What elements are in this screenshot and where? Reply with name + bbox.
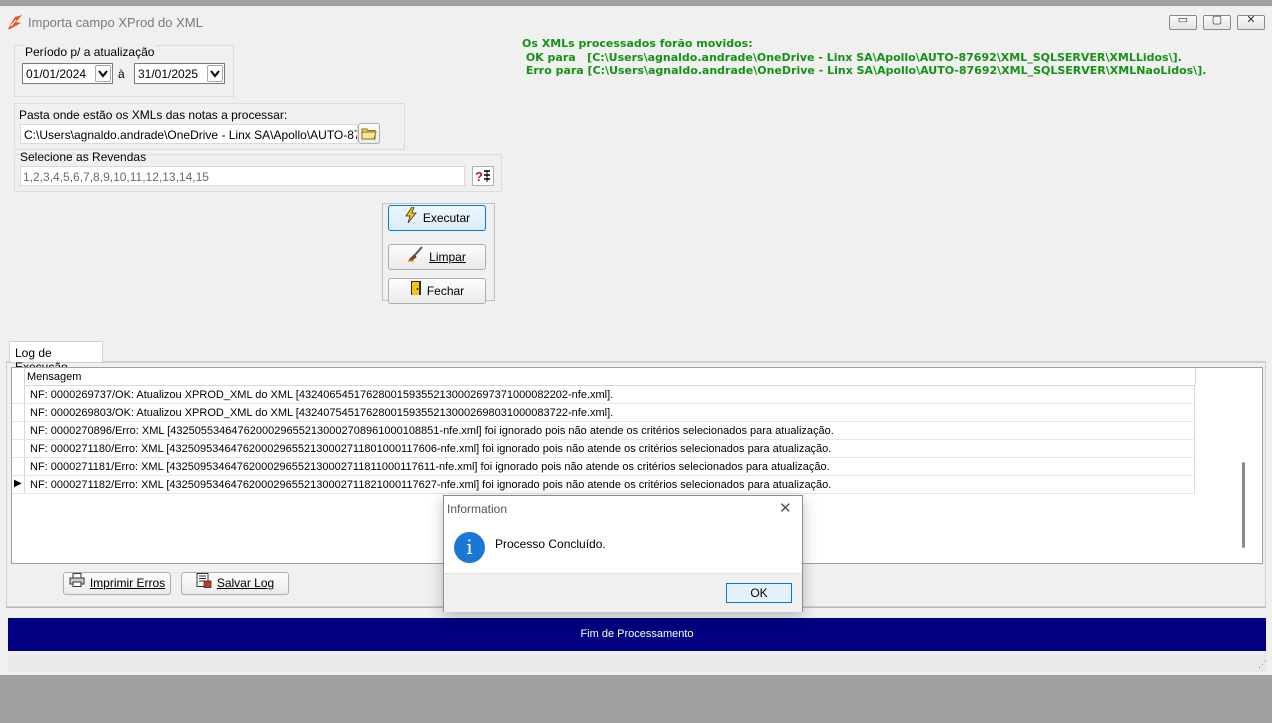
salvar-log-button[interactable]: Salvar Log xyxy=(181,572,289,595)
result-message: Os XMLs processados forão movidos: OK pa… xyxy=(522,37,1206,78)
chevron-down-icon xyxy=(210,70,220,78)
resize-grip-icon[interactable]: ⋰ xyxy=(1258,659,1267,670)
imprimir-erros-button[interactable]: Imprimir Erros xyxy=(63,572,171,595)
help-list-icon: ? xyxy=(475,169,490,184)
save-log-icon xyxy=(196,573,212,595)
row-message: NF: 0000271180/Erro: XML [43250953464762… xyxy=(30,443,832,455)
folder-icon xyxy=(361,128,377,140)
start-date-value: 01/01/2024 xyxy=(26,67,87,81)
executar-label: Executar xyxy=(422,211,471,225)
tab-log-execucao[interactable]: Log de Execução xyxy=(9,341,103,374)
information-dialog: Information ✕ i Processo Concluído. OK xyxy=(443,495,803,612)
app-logo-icon xyxy=(8,15,22,29)
printer-icon xyxy=(69,573,85,594)
exit-door-icon xyxy=(410,280,422,304)
salvar-log-label: Salvar Log xyxy=(216,576,275,591)
row-message: NF: 0000270896/Erro: XML [43250553464762… xyxy=(30,425,834,437)
chevron-down-icon xyxy=(98,70,108,78)
browse-folder-button[interactable] xyxy=(358,123,380,144)
end-date-dropdown[interactable] xyxy=(207,65,223,82)
executar-button[interactable]: Executar xyxy=(388,205,486,231)
minimize-button[interactable]: ▭ xyxy=(1169,14,1197,30)
select-revendas-button[interactable]: ? xyxy=(472,166,494,186)
revendas-value: 1,2,3,4,5,6,7,8,9,10,11,12,13,14,15 xyxy=(23,170,209,184)
title-bar[interactable]: Importa campo XProd do XML ▭ ▢ ✕ xyxy=(0,6,1272,36)
close-button[interactable]: ✕ xyxy=(1237,14,1265,30)
row-message: NF: 0000269803/OK: Atualizou XPROD_XML d… xyxy=(30,407,614,419)
row-message: NF: 0000269737/OK: Atualizou XPROD_XML d… xyxy=(30,389,614,401)
row-message: NF: 0000271182/Erro: XML [43250953464762… xyxy=(30,479,832,491)
imprimir-erros-label: Imprimir Erros xyxy=(89,576,166,590)
revendas-input[interactable]: 1,2,3,4,5,6,7,8,9,10,11,12,13,14,15 xyxy=(20,166,465,186)
pasta-path-input[interactable]: C:\Users\agnaldo.andrade\OneDrive - Linx… xyxy=(20,124,358,144)
brush-icon xyxy=(408,246,424,270)
current-row-indicator-icon: ▶ xyxy=(14,478,22,489)
info-icon: i xyxy=(454,532,485,563)
pasta-label: Pasta onde estão os XMLs das notas a pro… xyxy=(19,108,288,122)
limpar-button[interactable]: Limpar xyxy=(388,244,486,270)
window-title: Importa campo XProd do XML xyxy=(28,15,203,30)
ok-button[interactable]: OK xyxy=(726,583,792,603)
revendas-label: Selecione as Revendas xyxy=(20,150,147,164)
row-message: NF: 0000271181/Erro: XML [43250953464762… xyxy=(30,461,830,473)
minimize-icon: ▭ xyxy=(1177,14,1189,26)
table-row[interactable]: NF: 0000269803/OK: Atualizou XPROD_XML d… xyxy=(12,404,1195,422)
lightning-icon xyxy=(404,206,418,231)
start-date-dropdown[interactable] xyxy=(95,65,111,82)
dialog-message: Processo Concluído. xyxy=(495,537,606,551)
end-date-combo[interactable]: 31/01/2025 xyxy=(134,63,225,84)
periodo-legend: Período p/ a atualização xyxy=(23,45,157,59)
fechar-label: Fechar xyxy=(426,284,465,298)
fechar-button[interactable]: Fechar xyxy=(388,278,486,304)
table-row[interactable]: NF: 0000271180/Erro: XML [43250953464762… xyxy=(12,440,1195,458)
start-date-combo[interactable]: 01/01/2024 xyxy=(22,63,113,84)
dialog-footer: OK xyxy=(444,573,802,612)
pasta-path-value: C:\Users\agnaldo.andrade\OneDrive - Linx… xyxy=(24,128,358,142)
vertical-scrollbar-thumb[interactable] xyxy=(1242,462,1245,548)
dialog-close-icon[interactable]: ✕ xyxy=(779,499,792,517)
result-message-line3: Erro para [C:\Users\agnaldo.andrade\OneD… xyxy=(522,64,1207,77)
end-date-value: 31/01/2025 xyxy=(138,67,199,81)
close-icon: ✕ xyxy=(1246,14,1256,26)
table-row[interactable]: NF: 0000270896/Erro: XML [43250553464762… xyxy=(12,422,1195,440)
limpar-label: Limpar xyxy=(429,250,466,264)
table-row[interactable]: NF: 0000269737/OK: Atualizou XPROD_XML d… xyxy=(12,386,1195,404)
column-header-mensagem[interactable]: Mensagem xyxy=(24,368,1196,386)
maximize-icon: ▢ xyxy=(1211,14,1223,26)
maximize-button[interactable]: ▢ xyxy=(1203,14,1231,30)
table-row[interactable]: ▶ NF: 0000271182/Erro: XML [432509534647… xyxy=(12,476,1195,494)
svg-text:?: ? xyxy=(475,169,483,184)
date-separator: à xyxy=(118,67,125,81)
bottom-status-strip xyxy=(8,654,1266,672)
dialog-title: Information xyxy=(447,502,508,516)
result-message-line1: Os XMLs processados forão movidos: xyxy=(522,37,753,50)
status-bar: Fim de Processamento xyxy=(8,618,1266,651)
table-row[interactable]: NF: 0000271181/Erro: XML [43250953464762… xyxy=(12,458,1195,476)
result-message-line2: OK para [C:\Users\agnaldo.andrade\OneDri… xyxy=(522,50,1182,64)
